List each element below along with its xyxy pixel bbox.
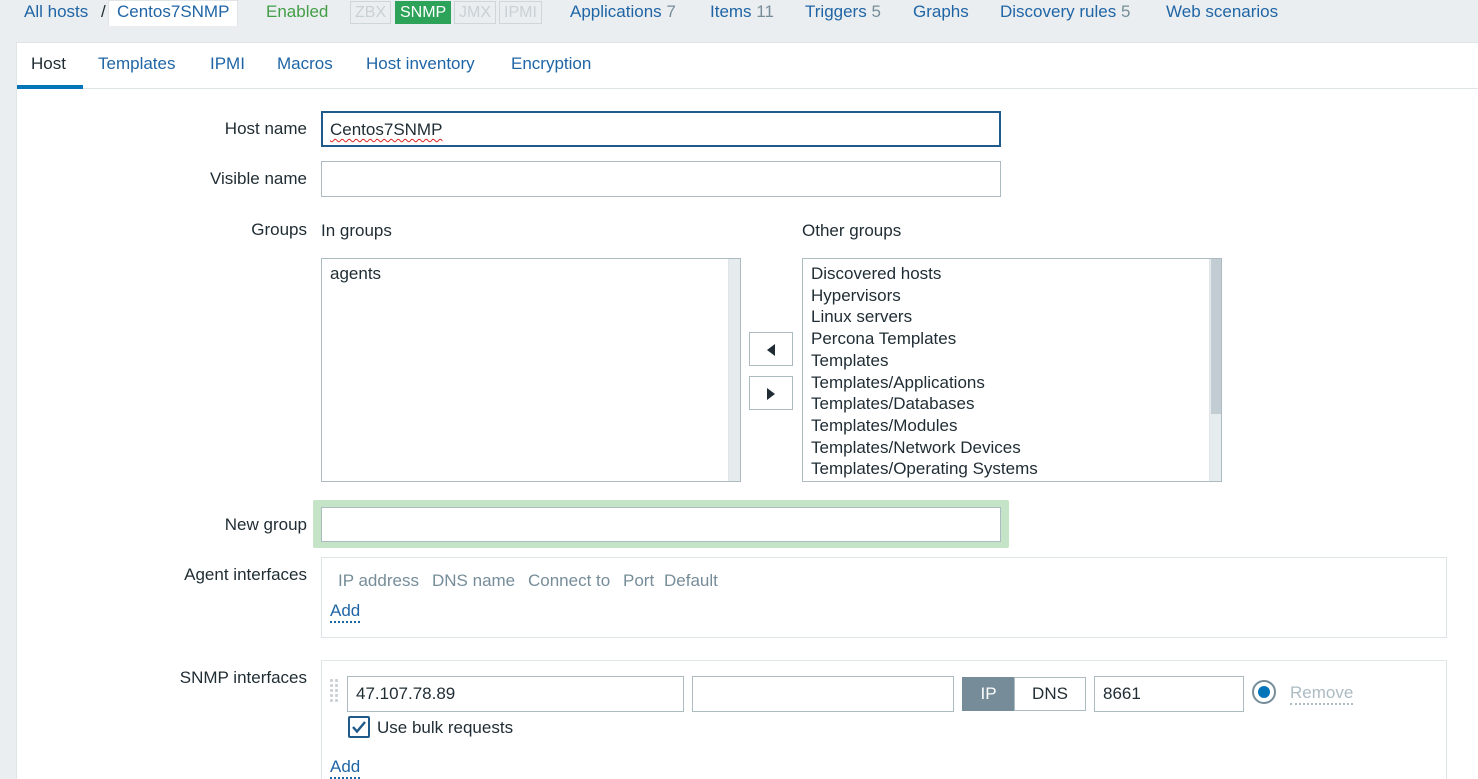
radio-selected-dot [1258,686,1270,698]
add-snmp-interface-link[interactable]: Add [330,757,361,779]
agent-interfaces-label: Agent interfaces [184,565,307,584]
availability-zbx-badge: ZBX [350,1,392,24]
breadcrumb-current-host[interactable]: Centos7SNMP [108,0,239,26]
tab-macros[interactable]: Macros [277,53,333,75]
nav-items-count: 11 [756,2,774,21]
form-tabs: Host Templates IPMI Macros Host inventor… [17,43,1478,89]
bulk-requests-checkbox[interactable] [348,716,370,738]
snmp-ip-input[interactable] [347,676,684,712]
groups-label: Groups [251,220,307,239]
visible-name-label: Visible name [209,169,307,188]
other-group-option[interactable]: Templates/Modules [803,415,1221,437]
nav-items-link[interactable]: Items 11 [710,1,774,23]
other-group-option[interactable]: Linux servers [803,306,1221,328]
other-group-option[interactable]: Templates/Databases [803,393,1221,415]
drag-handle-icon[interactable] [330,679,338,705]
tab-host-inventory[interactable]: Host inventory [366,53,475,75]
host-form-panel: Host Templates IPMI Macros Host inventor… [16,42,1478,779]
connect-dns-button[interactable]: DNS [1014,677,1086,711]
arrow-right-icon [767,388,775,400]
nav-triggers-link[interactable]: Triggers 5 [805,1,881,23]
status-enabled-link[interactable]: Enabled [266,1,328,23]
tab-host[interactable]: Host [31,53,66,75]
nav-triggers-label: Triggers [805,2,867,21]
other-group-option[interactable]: Percona Templates [803,328,1221,350]
availability-ipmi-badge: IPMI [499,1,542,24]
other-group-option[interactable]: Discovered hosts [803,263,1221,285]
tab-ipmi[interactable]: IPMI [210,53,245,75]
connect-ip-button[interactable]: IP [962,677,1015,711]
new-group-label: New group [224,515,307,534]
host-name-value: Centos7SNMP [330,120,443,139]
checkmark-icon [352,721,366,734]
move-left-button[interactable] [749,332,793,366]
snmp-dns-input[interactable] [692,676,954,712]
visible-name-input[interactable] [321,161,1001,197]
host-name-label: Host name [224,119,307,138]
other-groups-listbox[interactable]: Discovered hosts Hypervisors Linux serve… [802,258,1222,482]
nav-web-scenarios-link[interactable]: Web scenarios [1166,1,1278,23]
in-groups-scrollbar[interactable] [728,259,740,481]
host-name-input[interactable]: Centos7SNMP [321,111,1001,147]
nav-discovery-label: Discovery rules [1000,2,1117,21]
nav-discovery-count: 5 [1120,2,1131,21]
nav-discovery-rules-link[interactable]: Discovery rules 5 [1000,1,1130,23]
col-connect-to: Connect to [528,571,611,590]
other-groups-scroll-thumb[interactable] [1211,259,1221,414]
move-right-button[interactable] [749,376,793,410]
availability-jmx-badge: JMX [454,1,496,24]
breadcrumb-separator: / [101,2,106,21]
col-ip-address: IP address [338,571,419,590]
other-group-option[interactable]: Templates [803,350,1221,372]
new-group-input[interactable] [321,507,1001,542]
other-groups-label: Other groups [802,221,902,240]
availability-snmp-badge: SNMP [395,1,452,24]
other-group-option[interactable]: Templates/Applications [803,372,1221,394]
default-interface-radio[interactable] [1252,680,1276,704]
snmp-port-input[interactable] [1094,676,1244,712]
breadcrumb-all-hosts[interactable]: All hosts [24,1,88,23]
host-navigation: All hosts / Centos7SNMP Enabled ZBX SNMP… [0,0,1478,26]
in-groups-label: In groups [321,221,392,240]
snmp-interfaces-label: SNMP interfaces [179,668,307,687]
other-group-option[interactable]: Templates/Operating Systems [803,458,1221,480]
nav-graphs-link[interactable]: Graphs [913,1,969,23]
nav-applications-link[interactable]: Applications 7 [570,1,676,23]
in-group-option[interactable]: agents [322,263,740,285]
other-group-option[interactable]: Hypervisors [803,285,1221,307]
col-dns-name: DNS name [432,571,516,590]
other-groups-scrollbar[interactable] [1209,259,1221,481]
nav-applications-label: Applications [570,2,662,21]
col-default: Default [664,571,718,590]
active-tab-indicator [17,85,83,89]
other-group-option[interactable]: Templates/Network Devices [803,437,1221,459]
nav-applications-count: 7 [666,2,676,21]
bulk-requests-label: Use bulk requests [377,718,514,737]
add-agent-interface-link[interactable]: Add [330,601,361,623]
agent-interfaces-box: IP address DNS name Connect to Port Defa… [321,557,1447,638]
tab-templates[interactable]: Templates [98,53,175,75]
nav-triggers-count: 5 [871,2,881,21]
col-port: Port [623,571,655,590]
remove-interface-link[interactable]: Remove [1290,683,1354,705]
arrow-left-icon [767,344,775,356]
tab-encryption[interactable]: Encryption [511,53,591,75]
in-groups-listbox[interactable]: agents [321,258,741,482]
nav-items-label: Items [710,2,752,21]
